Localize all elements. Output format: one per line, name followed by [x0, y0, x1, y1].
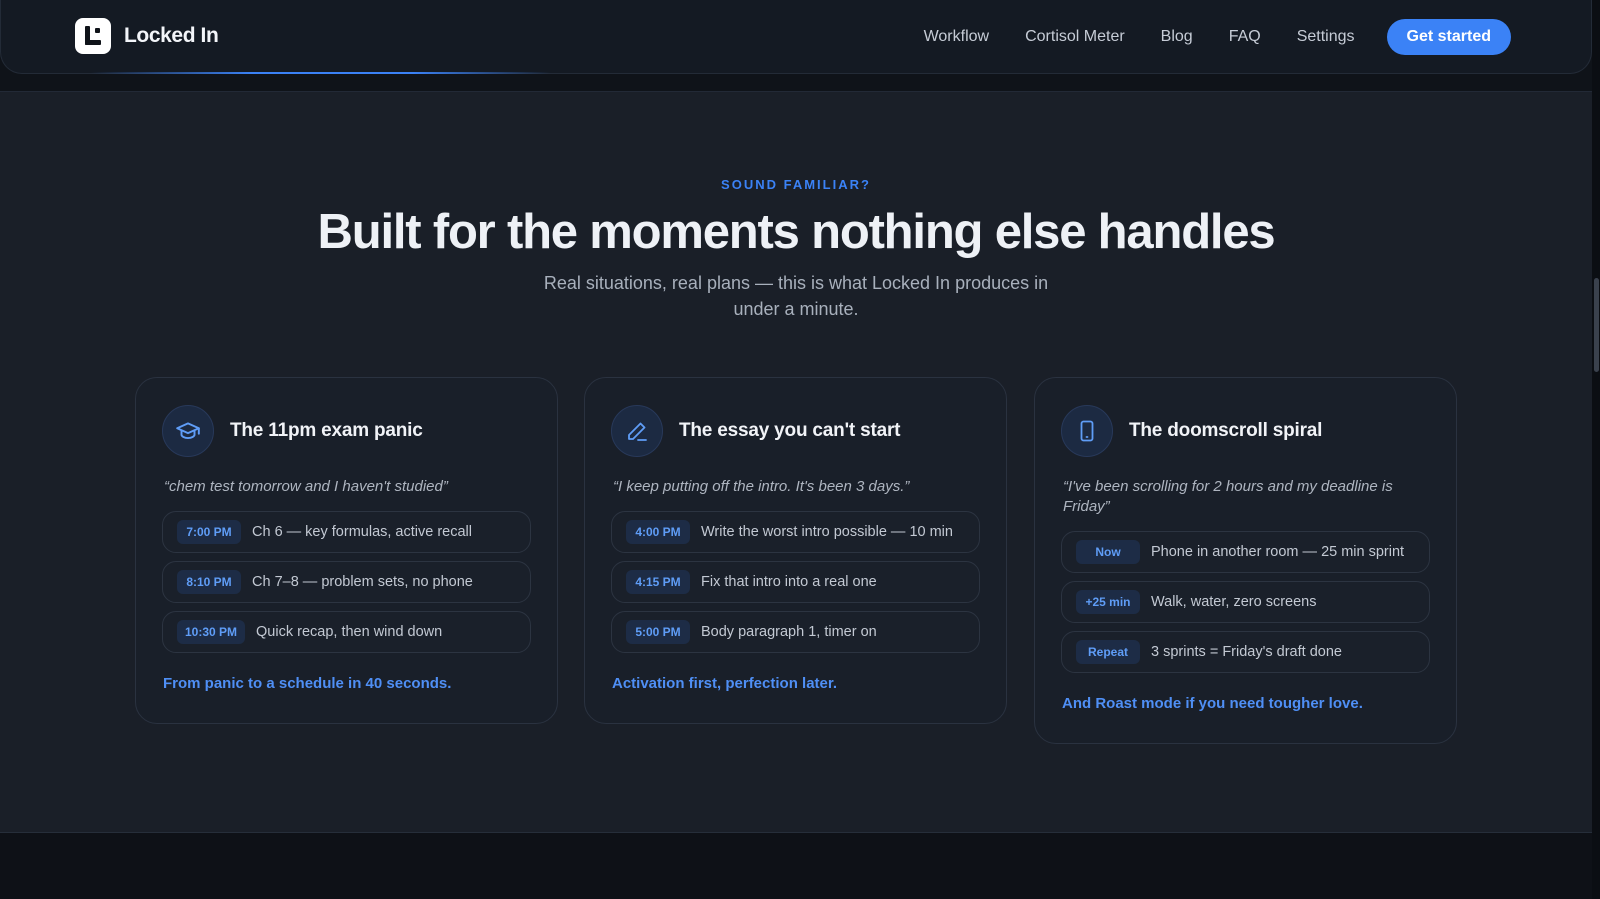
schedule-list: Now Phone in another room — 25 min sprin…	[1061, 531, 1430, 673]
section-title: Built for the moments nothing else handl…	[317, 205, 1276, 259]
scenario-card-doomscroll: The doomscroll spiral “I've been scrolli…	[1034, 377, 1457, 744]
schedule-text: Fix that intro into a real one	[701, 574, 877, 590]
schedule-text: Body paragraph 1, timer on	[701, 624, 877, 640]
schedule-row: 5:00 PM Body paragraph 1, timer on	[611, 611, 980, 653]
graduation-cap-icon	[162, 405, 214, 457]
schedule-row: 4:15 PM Fix that intro into a real one	[611, 561, 980, 603]
time-badge: 4:15 PM	[626, 570, 690, 594]
schedule-text: Phone in another room — 25 min sprint	[1151, 544, 1405, 560]
time-badge: 8:10 PM	[177, 570, 241, 594]
schedule-text: 3 sprints = Friday's draft done	[1151, 644, 1342, 660]
pencil-icon	[611, 405, 663, 457]
section-subtitle: Real situations, real plans — this is wh…	[543, 273, 1049, 319]
card-quote: “chem test tomorrow and I haven't studie…	[164, 478, 448, 495]
time-badge: Now	[1076, 540, 1140, 564]
nav-link-settings[interactable]: Settings	[1297, 28, 1355, 46]
schedule-row: Repeat 3 sprints = Friday's draft done	[1061, 631, 1430, 673]
schedule-row: Now Phone in another room — 25 min sprin…	[1061, 531, 1430, 573]
card-quote: “I keep putting off the intro. It's been…	[613, 478, 910, 495]
nav-link-workflow[interactable]: Workflow	[924, 28, 990, 46]
nav-links: Workflow Cortisol Meter Blog FAQ Setting…	[924, 19, 1511, 55]
schedule-text: Ch 7–8 — problem sets, no phone	[252, 574, 473, 590]
card-quote: “I've been scrolling for 2 hours and my …	[1063, 478, 1393, 515]
schedule-list: 7:00 PM Ch 6 — key formulas, active reca…	[162, 511, 531, 653]
footer-band	[0, 833, 1600, 899]
card-title: The doomscroll spiral	[1129, 420, 1323, 441]
schedule-row: 4:00 PM Write the worst intro possible —…	[611, 511, 980, 553]
time-badge: 10:30 PM	[177, 620, 246, 644]
get-started-button[interactable]: Get started	[1386, 19, 1511, 55]
schedule-text: Ch 6 — key formulas, active recall	[252, 524, 472, 540]
scrollbar-thumb[interactable]	[1594, 278, 1599, 372]
time-badge: 4:00 PM	[626, 520, 690, 544]
logo[interactable]: Locked In	[75, 18, 219, 54]
nav-link-faq[interactable]: FAQ	[1229, 28, 1261, 46]
nav-link-cortisol-meter[interactable]: Cortisol Meter	[1025, 28, 1125, 46]
card-footer-tagline: From panic to a schedule in 40 seconds.	[163, 675, 452, 692]
logo-text: Locked In	[124, 24, 219, 47]
schedule-text: Walk, water, zero screens	[1151, 594, 1317, 610]
schedule-row: 7:00 PM Ch 6 — key formulas, active reca…	[162, 511, 531, 553]
schedule-text: Quick recap, then wind down	[256, 624, 443, 640]
scrollbar-track[interactable]	[1592, 0, 1600, 899]
time-badge: 7:00 PM	[177, 520, 241, 544]
time-badge: +25 min	[1076, 590, 1140, 614]
schedule-text: Write the worst intro possible — 10 min	[701, 524, 953, 540]
logo-mark-icon	[75, 18, 111, 54]
schedule-row: 10:30 PM Quick recap, then wind down	[162, 611, 531, 653]
scenario-card-essay: The essay you can't start “I keep puttin…	[584, 377, 1007, 724]
schedule-list: 4:00 PM Write the worst intro possible —…	[611, 511, 980, 653]
time-badge: 5:00 PM	[626, 620, 690, 644]
scenarios-section: SOUND FAMILIAR? Built for the moments no…	[0, 91, 1592, 833]
scenario-card-exam-panic: The 11pm exam panic “chem test tomorrow …	[135, 377, 558, 724]
card-title: The 11pm exam panic	[230, 420, 423, 441]
nav-link-blog[interactable]: Blog	[1161, 28, 1193, 46]
phone-icon	[1061, 405, 1113, 457]
card-footer-tagline: And Roast mode if you need tougher love.	[1062, 695, 1363, 712]
time-badge: Repeat	[1076, 640, 1140, 664]
nav-progress-glow	[91, 72, 551, 74]
top-nav: Locked In Workflow Cortisol Meter Blog F…	[0, 0, 1592, 74]
schedule-row: +25 min Walk, water, zero screens	[1061, 581, 1430, 623]
schedule-row: 8:10 PM Ch 7–8 — problem sets, no phone	[162, 561, 531, 603]
section-eyebrow: SOUND FAMILIAR?	[721, 177, 871, 192]
card-footer-tagline: Activation first, perfection later.	[612, 675, 838, 692]
card-title: The essay you can't start	[679, 420, 901, 441]
